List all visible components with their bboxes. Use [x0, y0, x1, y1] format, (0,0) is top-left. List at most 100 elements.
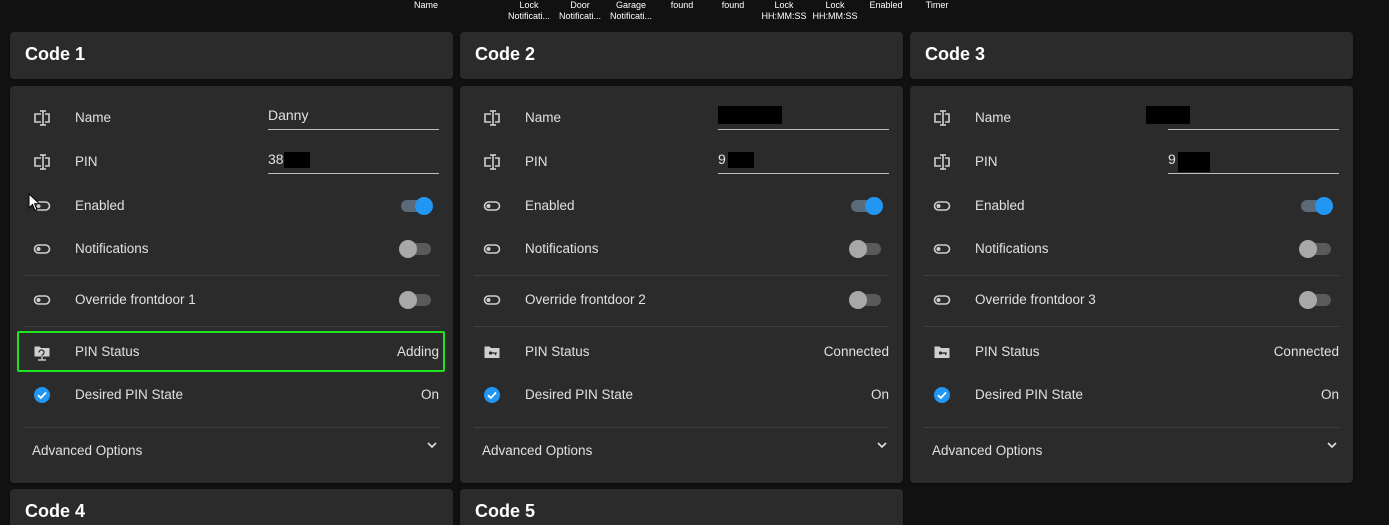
name-label: Name: [525, 110, 562, 125]
advanced-options-expander[interactable]: Advanced Options: [932, 438, 1339, 464]
desired-pin-state-label: Desired PIN State: [525, 387, 634, 402]
divider: [24, 275, 439, 276]
override-toggle[interactable]: [399, 291, 433, 309]
check-circle-icon: [932, 385, 952, 405]
advanced-options-label: Advanced Options: [932, 443, 1043, 458]
notifications-toggle[interactable]: [399, 240, 433, 258]
column-header-timer[interactable]: Timer: [911, 0, 963, 11]
toggle-switch-icon: [482, 290, 502, 310]
override-toggle[interactable]: [849, 291, 883, 309]
name-input[interactable]: [1146, 98, 1339, 130]
textbox-icon: [932, 152, 952, 172]
enabled-row: Enabled: [474, 186, 889, 226]
notifications-row: Notifications: [924, 229, 1339, 269]
column-header-lock-notifications[interactable]: Lock Notificati...: [503, 0, 555, 22]
code-title: Code 2: [475, 44, 536, 64]
pin-status-highlight: [17, 331, 445, 372]
toggle-switch-icon: [482, 196, 502, 216]
toggle-switch-icon: [32, 290, 52, 310]
desired-pin-state-value: On: [870, 387, 889, 402]
toggle-switch-icon: [932, 290, 952, 310]
column-header-door-notifications[interactable]: Door Notificati...: [554, 0, 606, 22]
code-2-header: Code 2: [460, 32, 903, 79]
divider: [924, 427, 1339, 428]
name-label: Name: [75, 110, 112, 125]
pin-row: PIN 9: [474, 142, 889, 182]
notifications-toggle[interactable]: [1299, 240, 1333, 258]
redaction-box: [728, 152, 754, 168]
column-header-name[interactable]: Name: [400, 0, 452, 11]
desired-pin-state-label: Desired PIN State: [975, 387, 1084, 402]
override-toggle[interactable]: [1299, 291, 1333, 309]
toggle-switch-icon: [932, 239, 952, 259]
name-label: Name: [975, 110, 1012, 125]
code-title: Code 1: [25, 44, 86, 64]
divider: [474, 326, 889, 327]
redaction-box: [1146, 106, 1190, 124]
name-input[interactable]: [718, 98, 889, 130]
enabled-label: Enabled: [75, 198, 125, 213]
name-value: Danny: [268, 107, 309, 123]
pin-status-value: Connected: [1273, 344, 1339, 359]
advanced-options-expander[interactable]: Advanced Options: [32, 438, 439, 464]
textbox-icon: [932, 108, 952, 128]
pin-status-row: PIN Status Connected: [474, 332, 889, 372]
name-row: Name Danny: [24, 98, 439, 138]
override-label: Override frontdoor 2: [525, 292, 646, 307]
desired-pin-state-row: Desired PIN State On: [924, 375, 1339, 415]
column-header-found-1[interactable]: found: [656, 0, 708, 11]
desired-pin-state-label: Desired PIN State: [75, 387, 184, 402]
code-3-header: Code 3: [910, 32, 1353, 79]
pin-status-label: PIN Status: [525, 344, 590, 359]
pin-label: PIN: [525, 154, 548, 169]
advanced-options-expander[interactable]: Advanced Options: [482, 438, 889, 464]
name-row: Name: [924, 98, 1339, 138]
toggle-switch-icon: [32, 239, 52, 259]
notifications-label: Notifications: [975, 241, 1049, 256]
pin-input[interactable]: 38: [268, 142, 439, 174]
pin-input[interactable]: 9: [718, 142, 889, 174]
code-title: Code 3: [925, 44, 986, 64]
folder-key-icon: [482, 342, 502, 362]
enabled-toggle[interactable]: [1299, 197, 1333, 215]
toggle-switch-icon: [482, 239, 502, 259]
desired-pin-state-row: Desired PIN State On: [24, 375, 439, 415]
column-header-lock-time-1[interactable]: Lock HH:MM:SS: [758, 0, 810, 22]
code-2-card: Name PIN 9 Enabled Notifications Overrid…: [460, 86, 903, 483]
column-header-enabled[interactable]: Enabled: [860, 0, 912, 11]
enabled-label: Enabled: [525, 198, 575, 213]
enabled-label: Enabled: [975, 198, 1025, 213]
redaction-box: [718, 106, 782, 124]
name-input[interactable]: Danny: [268, 98, 439, 130]
divider: [474, 427, 889, 428]
chevron-down-icon[interactable]: [1325, 438, 1339, 452]
override-label: Override frontdoor 1: [75, 292, 196, 307]
column-header-lock-time-2[interactable]: Lock HH:MM:SS: [809, 0, 861, 22]
column-header-found-2[interactable]: found: [707, 0, 759, 11]
folder-key-icon: [932, 342, 952, 362]
enabled-toggle[interactable]: [849, 197, 883, 215]
desired-pin-state-value: On: [1320, 387, 1339, 402]
pin-status-label: PIN Status: [975, 344, 1040, 359]
divider: [474, 275, 889, 276]
pin-input[interactable]: 9: [1168, 142, 1339, 174]
textbox-icon: [482, 152, 502, 172]
code-4-header: Code 4: [10, 489, 453, 525]
check-circle-icon: [32, 385, 52, 405]
override-row: Override frontdoor 3: [924, 280, 1339, 320]
notifications-row: Notifications: [474, 229, 889, 269]
check-circle-icon: [482, 385, 502, 405]
enabled-toggle[interactable]: [399, 197, 433, 215]
pin-status-value: Connected: [823, 344, 889, 359]
column-header-garage-notifications[interactable]: Garage Notificati...: [605, 0, 657, 22]
toggle-switch-icon: [932, 196, 952, 216]
chevron-down-icon[interactable]: [875, 438, 889, 452]
textbox-icon: [32, 108, 52, 128]
pin-value: 9: [718, 151, 726, 167]
override-label: Override frontdoor 3: [975, 292, 1096, 307]
chevron-down-icon[interactable]: [425, 438, 439, 452]
enabled-row: Enabled: [924, 186, 1339, 226]
code-3-card: Name PIN 9 Enabled Notifications Overrid…: [910, 86, 1353, 483]
notifications-toggle[interactable]: [849, 240, 883, 258]
redaction-box: [284, 152, 310, 168]
